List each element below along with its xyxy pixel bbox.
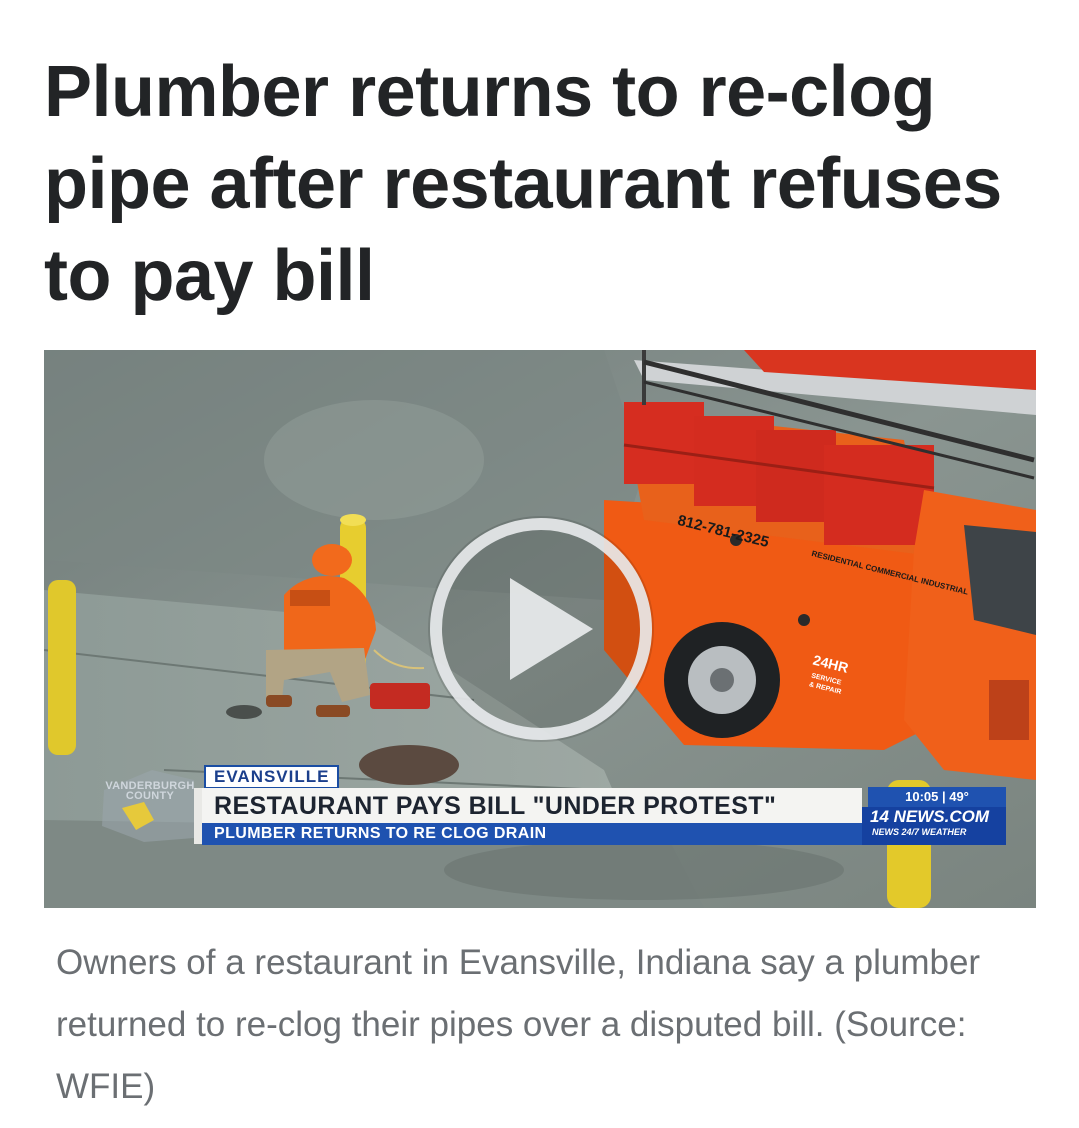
article-headline: Plumber returns to re-clog pipe after re… xyxy=(44,52,1002,316)
photo-caption: Owners of a restaurant in Evansville, In… xyxy=(56,943,981,1106)
video-player[interactable]: 812-781-2325 RESIDENTIAL COMMERCIAL INDU… xyxy=(44,350,1036,908)
play-button[interactable] xyxy=(428,516,654,742)
play-icon xyxy=(430,518,652,740)
